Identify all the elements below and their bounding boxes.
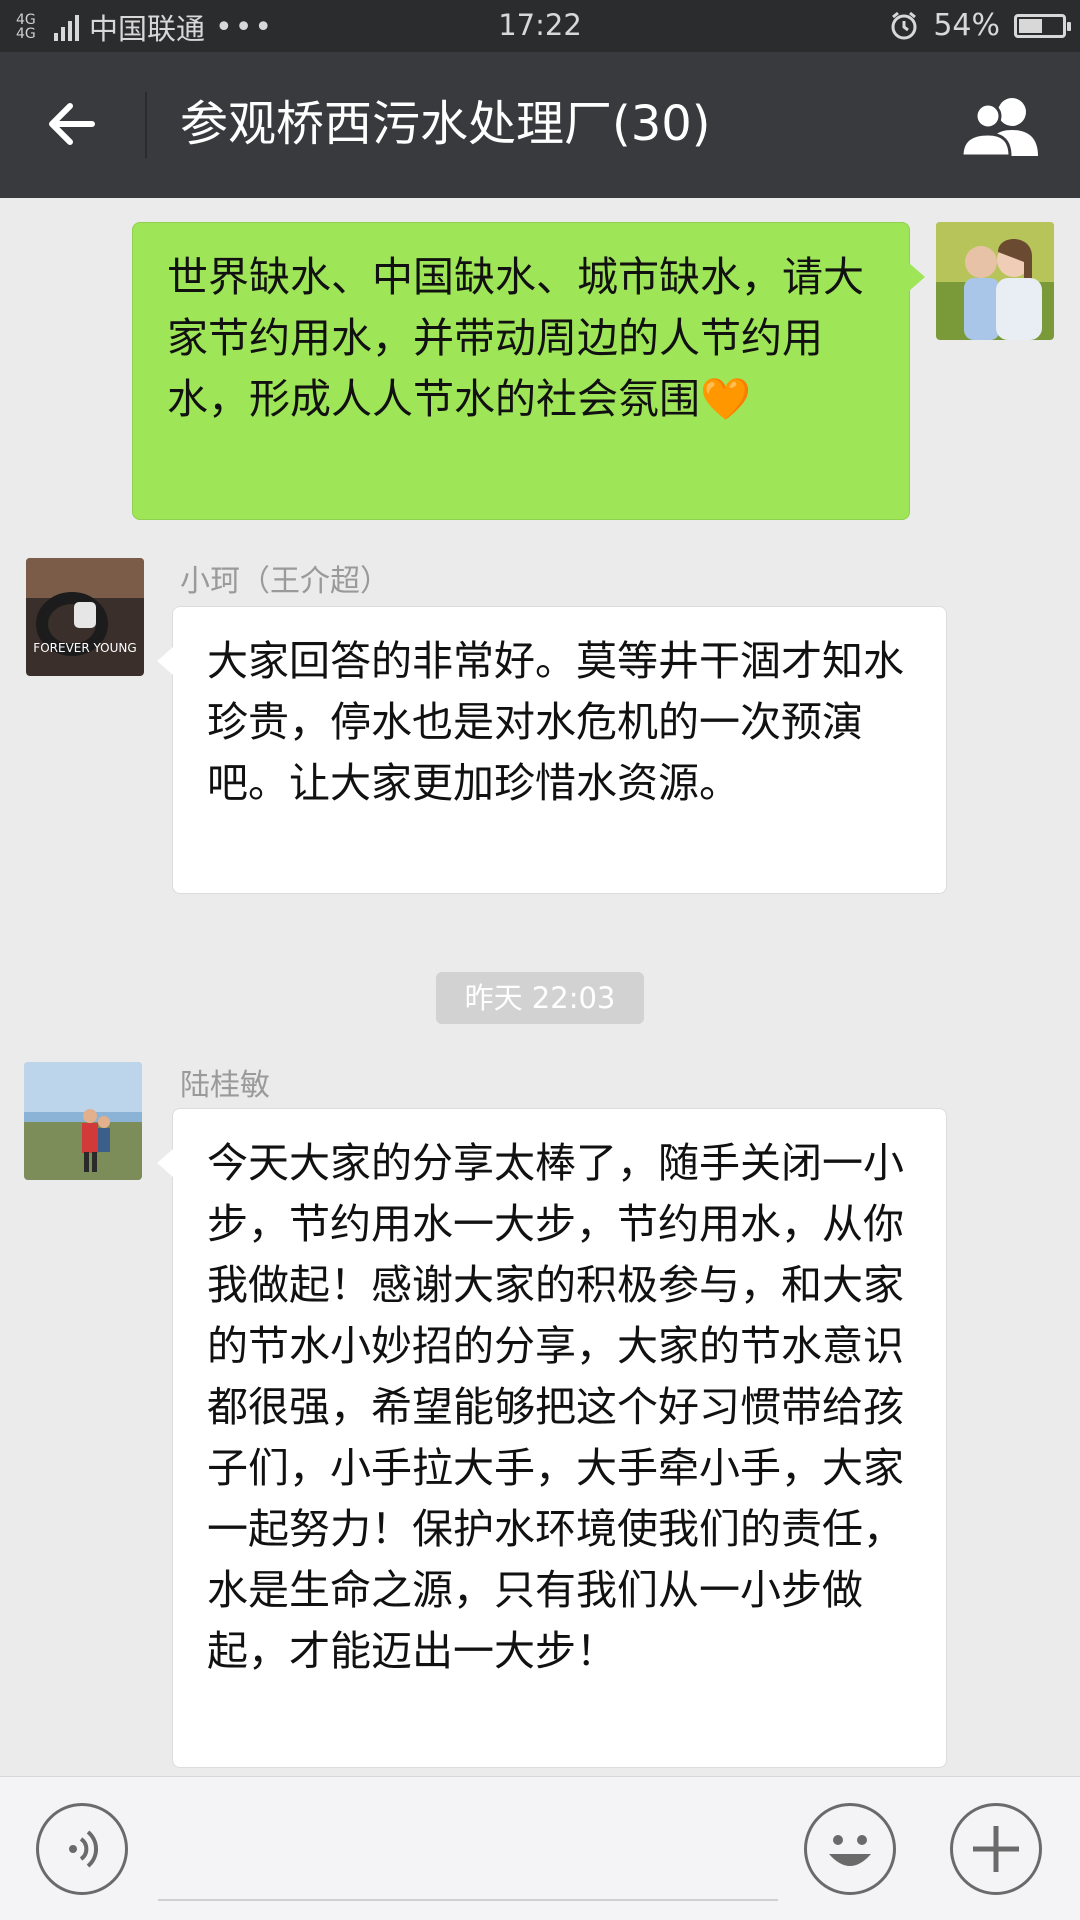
message-bubble-own[interactable]: 世界缺水、中国缺水、城市缺水，请大家节约用水，并带动周边的人节约用水，形成人人节… (132, 222, 925, 520)
battery-icon (1014, 13, 1071, 38)
chat-area[interactable]: 世界缺水、中国缺水、城市缺水，请大家节约用水，并带动周边的人节约用水，形成人人节… (0, 198, 1080, 1776)
orange-heart-emoji: 🧡 (700, 375, 752, 423)
group-members-button[interactable] (958, 94, 1044, 158)
sender-name: 陆桂敏 (180, 1068, 270, 1103)
sender-avatar-lugm[interactable] (24, 1062, 142, 1180)
message-text: 大家回答的非常好。莫等井干涸才知水珍贵，停水也是对水危机的一次预演吧。让大家更加… (207, 637, 904, 807)
voice-button[interactable] (36, 1803, 128, 1895)
sender-name: 小珂（王介超） (180, 564, 390, 599)
alarm-icon (891, 11, 917, 39)
status-right: 54% (889, 8, 1071, 43)
chat-screen: 4G 4G 中国联通 ••• 17:22 54% 参观桥西污水处理厂(30) 世… (0, 0, 1080, 1920)
plus-icon (973, 1826, 1019, 1872)
sender-avatar-xiaoke[interactable]: FOREVER YOUNG (26, 558, 144, 676)
message-text: 今天大家的分享太棒了，随手关闭一小步，节约用水一大步，节约用水，从你我做起！感谢… (207, 1139, 904, 1675)
input-bar (0, 1776, 1080, 1920)
message-text: 世界缺水、中国缺水、城市缺水，请大家节约用水，并带动周边的人节约用水，形成人人节… (167, 253, 864, 423)
title-bar: 参观桥西污水处理厂(30) (0, 52, 1080, 198)
chat-title: 参观桥西污水处理厂(30) (180, 96, 711, 152)
avatar-caption: FOREVER YOUNG (33, 641, 136, 655)
landscape-photo-icon (24, 1062, 142, 1180)
arrow-left-icon (49, 103, 95, 145)
battery-fill (1019, 18, 1042, 33)
more-actions-button[interactable] (950, 1803, 1042, 1895)
back-button[interactable] (36, 88, 108, 160)
voice-icon (69, 1830, 99, 1868)
status-bar: 4G 4G 中国联通 ••• 17:22 54% (0, 0, 1080, 52)
emoji-icon (829, 1835, 871, 1866)
time-divider: 昨天 22:03 (436, 972, 644, 1024)
couple-photo-icon (936, 222, 1054, 340)
message-bubble-other[interactable]: 今天大家的分享太棒了，随手关闭一小步，节约用水一大步，节约用水，从你我做起！感谢… (157, 1108, 947, 1768)
own-avatar[interactable] (936, 222, 1054, 340)
group-members-icon (960, 98, 1038, 158)
emoji-button[interactable] (804, 1803, 896, 1895)
message-bubble-other[interactable]: 大家回答的非常好。莫等井干涸才知水珍贵，停水也是对水危机的一次预演吧。让大家更加… (157, 606, 947, 894)
message-input[interactable] (158, 1813, 778, 1901)
battery-percent: 54% (933, 8, 1000, 43)
forever-young-avatar-icon: FOREVER YOUNG (26, 558, 144, 676)
title-divider (145, 92, 147, 158)
